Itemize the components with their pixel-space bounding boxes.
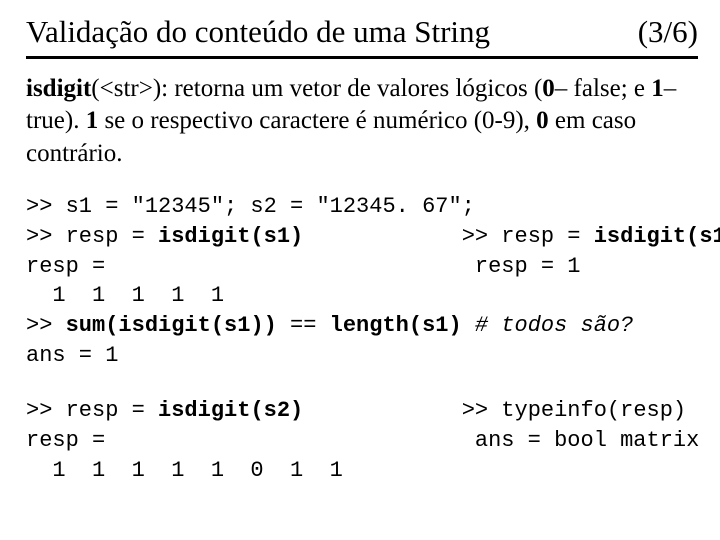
c2-l3: 1 1 1 1 1 0 1 1 <box>26 458 343 483</box>
c1-l5e <box>462 313 475 338</box>
c1-l5d: length(s1) <box>330 313 462 338</box>
c1-l2c: >> resp = <box>303 224 593 249</box>
slide-pager: (3/6) <box>638 14 698 50</box>
c1-l2b: isdigit(s1) <box>158 224 303 249</box>
desc-one2: 1 <box>86 107 99 134</box>
c2-l1c: >> typeinfo(resp) <box>303 398 686 423</box>
description: isdigit(<str>): retorna um vetor de valo… <box>26 73 698 171</box>
desc-false: – false; e <box>555 75 651 102</box>
c1-l4: 1 1 1 1 1 <box>26 283 224 308</box>
desc-sig: (<str>): retorna um vetor de valores lóg… <box>91 75 542 102</box>
c1-l5f: # todos são? <box>475 313 633 338</box>
c1-l6: ans = 1 <box>26 343 118 368</box>
slide: Validação do conteúdo de uma String (3/6… <box>0 0 720 540</box>
c1-l2d: isdigit(s1(1)) <box>594 224 720 249</box>
c2-l2: resp = ans = bool matrix <box>26 428 699 453</box>
desc-one: 1 <box>651 75 664 102</box>
c1-l2a: >> resp = <box>26 224 158 249</box>
c2-l1a: >> resp = <box>26 398 158 423</box>
c1-l5c: == <box>277 313 330 338</box>
code-block-1: >> s1 = "12345"; s2 = "12345. 67"; >> re… <box>26 192 698 370</box>
c1-l3: resp = resp = 1 <box>26 254 581 279</box>
c1-l5a: >> <box>26 313 66 338</box>
desc-zero2: 0 <box>536 107 549 134</box>
c1-l1: >> s1 = "12345"; s2 = "12345. 67"; <box>26 194 475 219</box>
desc-zero: 0 <box>542 75 555 102</box>
code-block-2: >> resp = isdigit(s2) >> typeinfo(resp) … <box>26 396 698 485</box>
c1-l5b: sum(isdigit(s1)) <box>66 313 277 338</box>
func-name: isdigit <box>26 75 91 102</box>
title-row: Validação do conteúdo de uma String (3/6… <box>26 14 698 59</box>
slide-title: Validação do conteúdo de uma String <box>26 14 490 50</box>
c2-l1b: isdigit(s2) <box>158 398 303 423</box>
desc-mid: se o respectivo caractere é numérico (0-… <box>98 107 536 134</box>
